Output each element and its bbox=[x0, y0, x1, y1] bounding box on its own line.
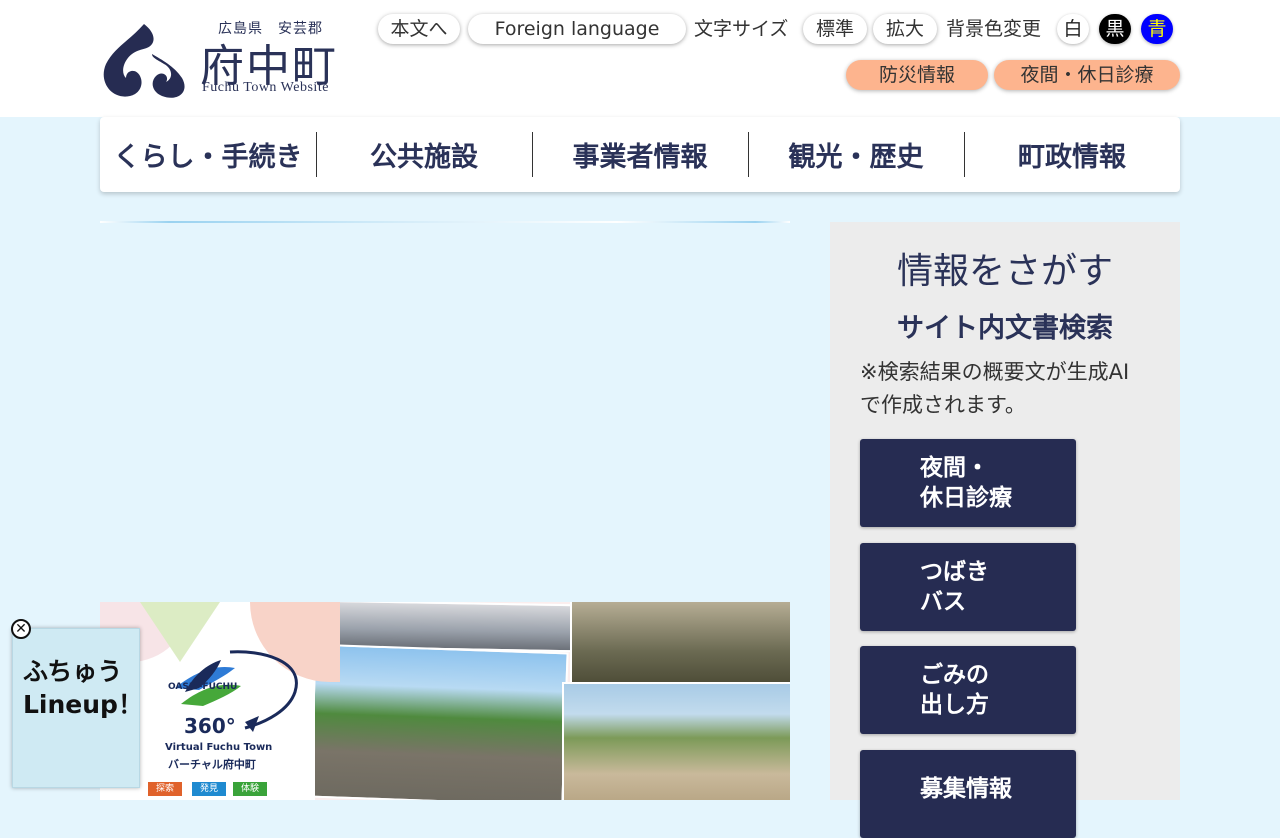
logo-english: Fuchu Town Website bbox=[202, 80, 329, 95]
hero-slider-edge bbox=[100, 221, 790, 223]
search-ai-note: ※検索結果の概要文が生成AIで作成されます。 bbox=[860, 360, 1130, 417]
night-holiday-clinic-link[interactable]: 夜間・ 休日診療 bbox=[860, 439, 1076, 527]
button-label: つばき バス bbox=[920, 559, 989, 615]
banner-photo-park-path bbox=[570, 602, 790, 688]
foreign-language-button[interactable]: Foreign language bbox=[468, 14, 686, 44]
button-label: 夜間・ 休日診療 bbox=[920, 455, 1012, 511]
bg-blue-button[interactable]: 青 bbox=[1141, 14, 1173, 44]
sidebar-title: 情報をさがす bbox=[896, 251, 1113, 292]
font-size-standard-button[interactable]: 標準 bbox=[803, 14, 867, 44]
font-size-large-button[interactable]: 拡大 bbox=[873, 14, 937, 44]
search-sidebar: 情報をさがす サイト内文書検索 ※検索結果の概要文が生成AIで作成されます。 夜… bbox=[830, 222, 1180, 838]
nav-item-government[interactable]: 町政情報 bbox=[964, 117, 1180, 192]
tsubaki-bus-link[interactable]: つばき バス bbox=[860, 543, 1076, 631]
global-nav: くらし・手続き 公共施設 事業者情報 観光・歴史 町政情報 bbox=[100, 117, 1180, 192]
close-icon[interactable]: ✕ bbox=[11, 619, 31, 639]
nav-item-living[interactable]: くらし・手続き bbox=[100, 117, 316, 192]
bg-white-button[interactable]: 白 bbox=[1057, 14, 1089, 44]
site-logo[interactable]: 広島県 安芸郡 府中町 Fuchu Town Website bbox=[100, 18, 350, 100]
button-label: ごみの 出し方 bbox=[920, 662, 989, 718]
banner-photo-oasis-plaza bbox=[309, 643, 569, 800]
banner-360: 360° bbox=[184, 714, 236, 738]
banner-subtitle-jp: バーチャル府中町 bbox=[168, 758, 256, 771]
banner-photo-playground bbox=[562, 682, 790, 800]
font-size-label: 文字サイズ bbox=[694, 18, 789, 40]
bg-color-label: 背景色変更 bbox=[946, 18, 1042, 40]
bg-black-button[interactable]: 黒 bbox=[1099, 14, 1131, 44]
recruitment-info-link[interactable]: 募集情報 bbox=[860, 750, 1076, 838]
nav-item-facilities[interactable]: 公共施設 bbox=[316, 117, 532, 192]
fuchu-lineup-floating-banner[interactable]: ふちゅう Lineup！ bbox=[12, 628, 143, 788]
nav-item-business[interactable]: 事業者情報 bbox=[532, 117, 748, 192]
site-header: 広島県 安芸郡 府中町 Fuchu Town Website 本文へ Forei… bbox=[0, 0, 1280, 117]
floating-banner-label: ふちゅう Lineup！ bbox=[23, 655, 143, 721]
banner-tag-explore: 探索 bbox=[148, 782, 182, 796]
town-emblem-icon bbox=[103, 24, 185, 98]
disaster-info-button[interactable]: 防災情報 bbox=[846, 60, 988, 90]
skip-to-content-button[interactable]: 本文へ bbox=[378, 14, 460, 44]
banner-tag-experience: 体験 bbox=[233, 782, 267, 796]
garbage-guide-link[interactable]: ごみの 出し方 bbox=[860, 646, 1076, 734]
banner-tag-discover: 発見 bbox=[192, 782, 226, 796]
banner-subtitle: Virtual Fuchu Town bbox=[165, 742, 273, 753]
virtual-fuchu-banner[interactable]: OASIS-FUCHU 360° Virtual Fuchu Town バーチャ… bbox=[100, 602, 790, 800]
site-search-heading: サイト内文書検索 bbox=[897, 313, 1113, 344]
floating-banner-text: ふちゅう Lineup！ bbox=[23, 657, 143, 719]
nav-item-tourism[interactable]: 観光・歴史 bbox=[748, 117, 964, 192]
night-holiday-clinic-button[interactable]: 夜間・休日診療 bbox=[994, 60, 1180, 90]
banner-brand: OASIS-FUCHU bbox=[168, 682, 238, 692]
